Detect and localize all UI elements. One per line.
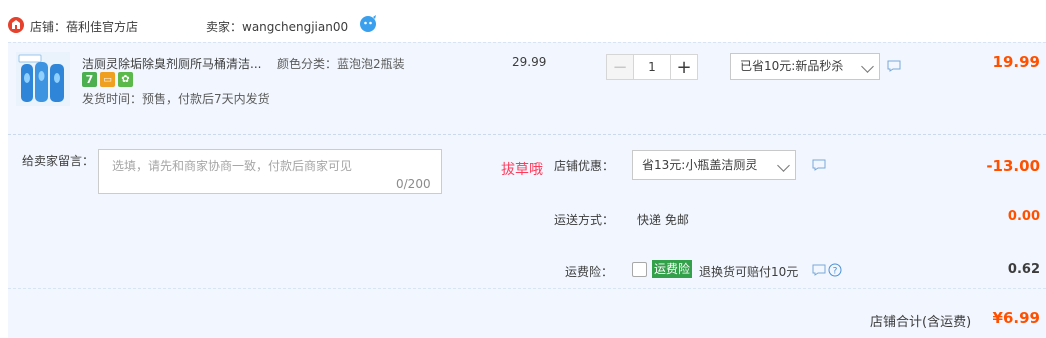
chevron-down-icon <box>861 60 874 73</box>
ship-time: 发货时间：预售，付款后7天内发货 <box>82 92 270 106</box>
shop-coupon-value: 省13元:小瓶盖洁厕灵 <box>642 158 758 172</box>
item-promo-select[interactable]: 已省10元:新品秒杀 <box>730 53 880 80</box>
decrease-quantity-button[interactable]: − <box>606 54 634 80</box>
shop-total-label: 店铺合计(含运费) <box>870 315 972 330</box>
quantity-stepper: − 1 + <box>606 54 698 80</box>
insurance-text: 退换货可赔付10元 <box>699 265 799 279</box>
divider <box>8 288 1046 290</box>
grass-text: 拔草哦 <box>501 162 543 178</box>
product-title-link[interactable]: 洁厕灵除垢除臭剂厕所马桶清洁... <box>82 55 272 72</box>
quantity-input[interactable]: 1 <box>634 54 670 80</box>
shop-total-amount: ¥6.99 <box>992 309 1040 327</box>
chat-icon[interactable] <box>812 264 826 279</box>
unit-price: 29.99 <box>512 55 547 69</box>
shop-icon <box>8 17 24 33</box>
chevron-down-icon <box>777 159 790 172</box>
divider <box>8 134 1046 136</box>
credit-card-icon[interactable]: ▭ <box>100 72 115 87</box>
chat-icon[interactable] <box>887 60 901 75</box>
green-service-icon[interactable]: ✿ <box>118 72 133 87</box>
message-char-count: 0/200 <box>396 177 431 191</box>
wangwang-icon[interactable] <box>358 14 378 34</box>
seller-name[interactable]: 卖家：wangchengjian00 <box>206 18 348 35</box>
chat-icon[interactable] <box>812 159 826 174</box>
shop-coupon-select[interactable]: 省13元:小瓶盖洁厕灵 <box>632 150 796 180</box>
shipping-label: 运送方式： <box>554 213 615 227</box>
help-icon[interactable]: ? <box>828 263 842 280</box>
shipping-method: 快递 免邮 <box>637 213 689 227</box>
increase-quantity-button[interactable]: + <box>670 54 698 80</box>
service-badges: 7 ▭ ✿ <box>82 72 133 88</box>
message-placeholder: 选填，请先和商家协商一致，付款后商家可见 <box>112 159 353 173</box>
svg-text:?: ? <box>833 267 838 277</box>
insurance-fee: 0.62 <box>1007 262 1040 277</box>
insurance-label: 运费险： <box>565 265 614 279</box>
product-sku: 颜色分类：蓝泡泡2瓶装 <box>277 57 405 71</box>
insurance-badge: 运费险 <box>652 260 693 278</box>
seven-day-return-icon[interactable]: 7 <box>82 72 97 87</box>
item-promo-label: 已省10元:新品秒杀 <box>740 59 844 73</box>
message-label: 给卖家留言： <box>22 154 95 168</box>
shop-discount-amount: -13.00 <box>986 157 1040 175</box>
shop-name[interactable]: 店铺：蓓利佳官方店 <box>30 18 138 35</box>
item-total-price: 19.99 <box>992 53 1040 71</box>
insurance-checkbox[interactable] <box>632 262 647 277</box>
shipping-fee: 0.00 <box>1007 209 1040 224</box>
coupon-label: 店铺优惠： <box>554 159 615 173</box>
product-thumbnail[interactable] <box>16 52 70 106</box>
